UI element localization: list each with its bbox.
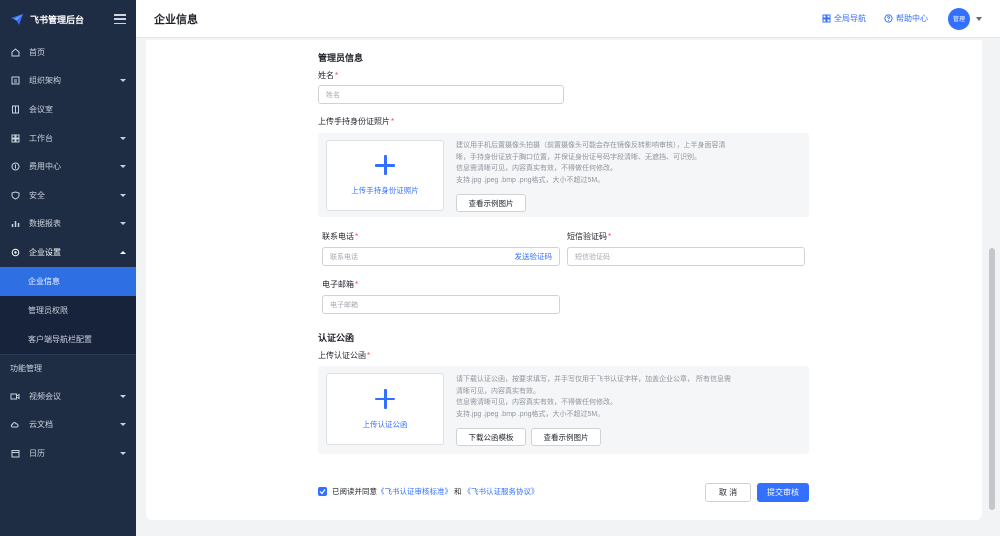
cert-section-title: 认证公函: [318, 333, 355, 343]
gear-icon: [10, 247, 20, 257]
agreement: 已阅读并同意 《飞书认证审核标准》 和 《飞书认证服务协议》: [318, 486, 539, 497]
sidebar-item-label: 会议室: [29, 104, 53, 114]
view-example-button[interactable]: 查看示例图片: [456, 194, 526, 212]
page-title: 企业信息: [154, 13, 198, 26]
header: 企业信息 全局导航 帮助中心 管理: [136, 0, 1000, 38]
scrollbar[interactable]: [989, 248, 995, 510]
sidebar-item-report[interactable]: 数据报表: [0, 210, 136, 239]
help-center-label: 帮助中心: [896, 14, 928, 23]
id-upload-label: 上传手持身份证照片*: [318, 117, 395, 126]
sidebar-item-label: 工作台: [29, 133, 53, 143]
sidebar-item-label: 企业设置: [29, 247, 61, 257]
sidebar-item-label: 安全: [29, 190, 45, 200]
grid-icon: [10, 133, 20, 143]
sidebar-subitem-company-info[interactable]: 企业信息: [0, 266, 136, 296]
sidebar-subitem-admin-permission[interactable]: 管理员权限: [0, 295, 136, 325]
sidebar-item-cloud-doc[interactable]: 云文档: [0, 410, 136, 439]
sidebar-item-video[interactable]: 视频会议: [0, 382, 136, 411]
feishu-logo-icon: [11, 13, 23, 25]
submit-button[interactable]: 提交审核: [757, 483, 809, 502]
room-icon: [10, 104, 20, 114]
cancel-button[interactable]: 取 消: [705, 483, 751, 502]
upload-text: 上传认证公函: [362, 419, 408, 429]
logo[interactable]: 飞书管理后台: [0, 0, 136, 38]
sidebar: 飞书管理后台 首页 组织架构 会议室 工作台 费用中心 安全 数据报表 企业设置: [0, 0, 136, 536]
help-icon: [884, 14, 893, 23]
sidebar-subitem-client-nav-config[interactable]: 客户端导航栏配置: [0, 324, 136, 354]
audit-standard-link[interactable]: 《飞书认证审核标准》: [377, 486, 452, 497]
service-agreement-link[interactable]: 《飞书认证服务协议》: [464, 486, 539, 497]
chevron-up-icon: [120, 250, 126, 254]
upload-text: 上传手持身份证照片: [351, 186, 419, 195]
sidebar-section-label: 功能管理: [0, 353, 136, 382]
global-nav-label: 全局导航: [834, 14, 866, 23]
chevron-down-icon: [120, 394, 126, 398]
email-label: 电子邮箱*: [322, 280, 359, 289]
home-icon: [10, 47, 20, 57]
sidebar-item-label: 首页: [29, 47, 45, 57]
check-icon: [319, 489, 326, 495]
sidebar-item-calendar[interactable]: 日历: [0, 439, 136, 468]
sidebar-item-security[interactable]: 安全: [0, 181, 136, 210]
chevron-down-icon: [120, 193, 126, 197]
sidebar-item-label: 组织架构: [29, 76, 61, 86]
chevron-down-icon: [120, 165, 126, 169]
plus-icon: [375, 155, 395, 175]
global-nav-link[interactable]: 全局导航: [822, 13, 866, 24]
sidebar-item-label: 数据报表: [29, 219, 61, 229]
sms-code-label: 短信验证码*: [567, 232, 612, 241]
id-photo-upload-button[interactable]: 上传手持身份证照片: [326, 140, 444, 211]
sms-code-input[interactable]: 短信验证码: [567, 247, 805, 266]
view-example-button[interactable]: 查看示例图片: [531, 428, 601, 446]
help-center-link[interactable]: 帮助中心: [884, 13, 928, 24]
cert-upload-label: 上传认证公函*: [318, 351, 371, 360]
sidebar-item-room[interactable]: 会议室: [0, 95, 136, 124]
id-upload-tips: 建议用手机后置摄像头拍摄（前置摄像头可能会存在镜像反转影响审核），上半身面容清 …: [456, 142, 726, 184]
grid-icon: [822, 14, 831, 23]
app-title: 飞书管理后台: [30, 14, 85, 25]
name-label: 姓名*: [318, 71, 339, 80]
cert-upload-button[interactable]: 上传认证公函: [326, 373, 444, 445]
sidebar-item-label: 日历: [29, 448, 45, 458]
sidebar-item-label: 费用中心: [29, 162, 61, 172]
agree-and: 和: [454, 487, 462, 496]
phone-input[interactable]: 联系电话 发送验证码: [322, 247, 560, 266]
name-input[interactable]: 姓名: [318, 85, 564, 104]
download-template-button[interactable]: 下载公函模板: [456, 428, 526, 446]
sidebar-item-home[interactable]: 首页: [0, 38, 136, 67]
agree-checkbox[interactable]: [318, 487, 327, 496]
shield-icon: [10, 190, 20, 200]
org-icon: [10, 76, 20, 86]
video-icon: [10, 391, 20, 401]
chevron-down-icon: [120, 79, 126, 83]
agree-prefix: 已阅读并同意: [332, 487, 377, 496]
sidebar-item-cost[interactable]: 费用中心: [0, 152, 136, 181]
chart-icon: [10, 219, 20, 229]
admin-section-title: 管理员信息: [318, 53, 364, 63]
sidebar-item-label: 云文档: [29, 420, 53, 430]
sidebar-item-workbench[interactable]: 工作台: [0, 124, 136, 153]
sidebar-item-org[interactable]: 组织架构: [0, 67, 136, 96]
chevron-down-icon: [120, 222, 126, 226]
chevron-down-icon[interactable]: [976, 16, 982, 21]
cost-icon: [10, 162, 20, 172]
cert-upload-tips: 请下载认证公函，按要求填写，并手写仅用于飞书认证字样，加盖企业公章， 所有信息需…: [456, 376, 731, 418]
phone-label: 联系电话*: [322, 232, 359, 241]
sidebar-item-settings[interactable]: 企业设置: [0, 238, 136, 267]
chevron-down-icon: [120, 423, 126, 427]
cloud-doc-icon: [10, 420, 20, 430]
chevron-down-icon: [120, 136, 126, 140]
email-input[interactable]: 电子邮箱: [322, 295, 560, 314]
avatar[interactable]: 管理: [948, 7, 970, 30]
chevron-down-icon: [120, 451, 126, 455]
calendar-icon: [10, 448, 20, 458]
menu-collapse-icon[interactable]: [114, 14, 126, 24]
send-code-button[interactable]: 发送验证码: [515, 251, 553, 262]
plus-icon: [375, 388, 395, 409]
sidebar-item-label: 视频会议: [29, 391, 61, 401]
